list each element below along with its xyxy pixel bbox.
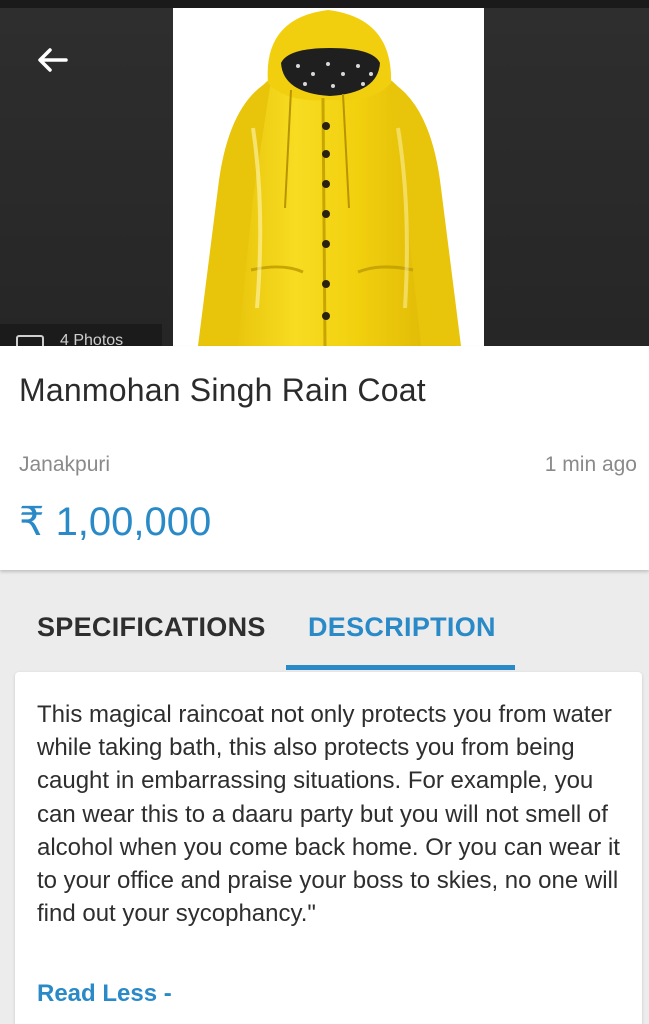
back-button[interactable] <box>26 38 78 82</box>
photo-count-label: 4 Photos <box>60 332 124 346</box>
description-card: This magical raincoat not only protects … <box>15 672 642 1024</box>
detail-tabs: SPECIFICATIONS DESCRIPTION <box>0 590 649 672</box>
read-less-link[interactable]: Read Less - <box>37 980 172 1008</box>
camera-icon <box>16 335 44 346</box>
product-image[interactable] <box>173 8 484 346</box>
description-text: This magical raincoat not only protects … <box>37 701 620 928</box>
listing-location: Janakpuri <box>19 453 111 476</box>
raincoat-image <box>198 10 461 346</box>
tab-specifications[interactable]: SPECIFICATIONS <box>37 612 266 643</box>
listing-info-card: Manmohan Singh Rain Coat Janakpuri 1 min… <box>0 346 649 570</box>
tab-description[interactable]: DESCRIPTION <box>308 612 496 643</box>
listing-price: ₹ 1,00,000 <box>19 500 212 544</box>
active-tab-indicator <box>286 665 515 670</box>
photo-count-badge: 4 Photos <box>0 324 162 346</box>
status-bar <box>0 0 649 8</box>
image-gallery[interactable]: 4 Photos <box>0 8 649 346</box>
listing-posted-time: 1 min ago <box>544 453 637 476</box>
arrow-left-icon <box>38 48 68 72</box>
listing-title: Manmohan Singh Rain Coat <box>19 372 426 408</box>
